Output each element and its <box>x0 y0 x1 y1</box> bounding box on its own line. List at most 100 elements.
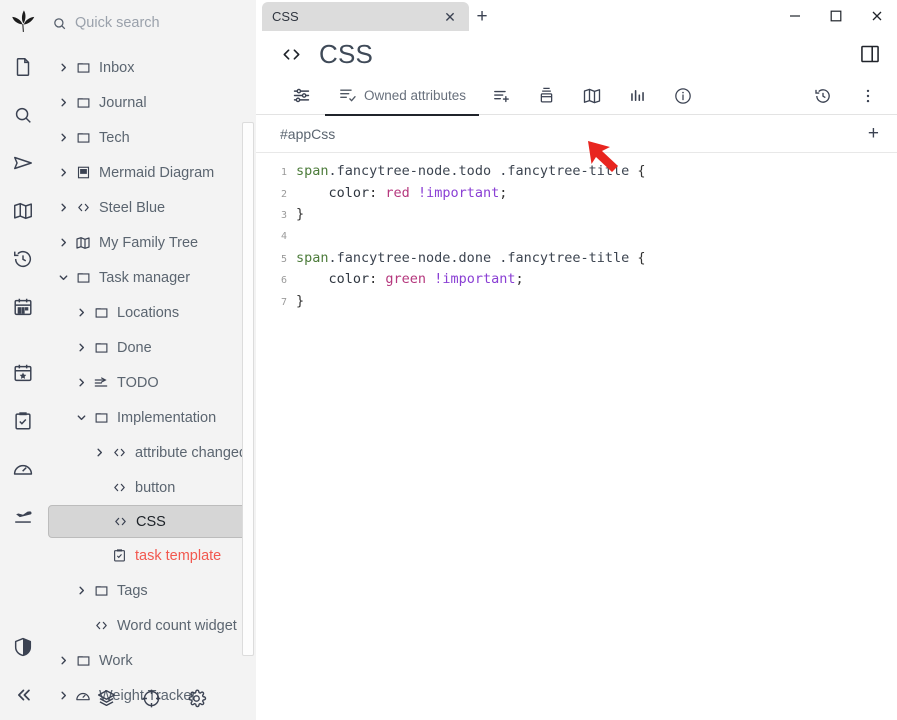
chevron-right-icon[interactable] <box>90 447 108 458</box>
note-title-row: CSS <box>256 31 897 77</box>
gear-icon[interactable] <box>186 688 207 709</box>
ribbon-basic-properties-button[interactable] <box>660 77 706 115</box>
close-button[interactable] <box>856 0 897 31</box>
tree-item-label: Task manager <box>99 270 190 286</box>
rail-item-calendar-icon[interactable] <box>6 290 40 324</box>
tree-item-todo[interactable]: TODO <box>48 365 254 400</box>
tree-item-mermaid-diagram[interactable]: Mermaid Diagram <box>48 155 254 190</box>
code-text[interactable]: span.fancytree-node.done .fancytree-titl… <box>296 248 646 270</box>
tree-item-attribute-changed[interactable]: attribute changed <box>48 435 254 470</box>
folder-icon <box>72 653 94 668</box>
tree-item-task-template[interactable]: task template <box>48 538 254 573</box>
tab-css[interactable]: CSS ✕ <box>262 2 469 31</box>
tree-item-tags[interactable]: Tags <box>48 573 254 608</box>
tab-close-icon[interactable]: ✕ <box>441 8 459 26</box>
code-text[interactable]: } <box>296 204 304 226</box>
ribbon-inherited-attributes-button[interactable] <box>524 77 569 115</box>
tree-item-label: TODO <box>117 375 159 391</box>
folder-icon <box>90 305 112 320</box>
rail-item-note-icon[interactable] <box>6 50 40 84</box>
chevron-down-icon[interactable] <box>54 272 72 283</box>
chevron-right-icon[interactable] <box>72 342 90 353</box>
rail-item-send-icon[interactable] <box>6 146 40 180</box>
ribbon-add-attribute-button[interactable] <box>479 77 524 115</box>
tree-item-label: My Family Tree <box>99 235 198 251</box>
code-text[interactable]: color: red !important; <box>296 183 507 205</box>
attribute-list[interactable]: #appCss <box>280 126 864 142</box>
rail-item-calendar-star-icon[interactable] <box>6 356 40 390</box>
code-token: { <box>637 163 645 179</box>
code-text[interactable]: } <box>296 291 304 313</box>
chevron-right-icon[interactable] <box>54 62 72 73</box>
ribbon-note-map-button[interactable] <box>569 77 615 115</box>
tree-item-locations[interactable]: Locations <box>48 295 254 330</box>
chevron-down-icon[interactable] <box>72 412 90 423</box>
code-text[interactable]: color: green !important; <box>296 269 524 291</box>
chevron-right-icon[interactable] <box>72 307 90 318</box>
rail-item-clipboard-check-icon[interactable] <box>6 404 40 438</box>
tree-item-steel-blue[interactable]: Steel Blue <box>48 190 254 225</box>
rail-item-plane-icon[interactable] <box>6 500 40 534</box>
chevron-right-icon[interactable] <box>54 655 72 666</box>
code-icon <box>280 43 303 66</box>
tree-item-word-count-widget[interactable]: Word count widget <box>48 608 254 643</box>
ribbon-right-buttons <box>803 77 887 115</box>
code-icon <box>108 480 130 495</box>
map-icon <box>72 235 94 251</box>
tab-owned-attributes[interactable]: Owned attributes <box>325 77 479 115</box>
line-number: 3 <box>256 205 296 227</box>
crosshair-icon[interactable] <box>141 688 162 709</box>
rail-item-shield-icon[interactable] <box>6 630 40 664</box>
ribbon-note-info-button[interactable] <box>615 77 660 115</box>
code-token: : <box>369 185 385 201</box>
tree-item-css[interactable]: CSS <box>48 505 254 538</box>
line-number: 5 <box>256 249 296 271</box>
add-attribute-button[interactable]: + <box>864 124 883 143</box>
rail-item-map-icon[interactable] <box>6 194 40 228</box>
rail-item-gauge-icon[interactable] <box>6 452 40 486</box>
new-tab-button[interactable]: + <box>469 2 495 31</box>
quick-search-input[interactable] <box>75 15 225 31</box>
tree-item-my-family-tree[interactable]: My Family Tree <box>48 225 254 260</box>
chevron-right-icon[interactable] <box>54 132 72 143</box>
code-text[interactable]: span.fancytree-node.todo .fancytree-titl… <box>296 161 646 183</box>
tree-item-done[interactable]: Done <box>48 330 254 365</box>
tree-scrollbar[interactable] <box>242 122 254 656</box>
code-line: 3} <box>256 204 897 226</box>
code-token <box>410 185 418 201</box>
trilium-window: InboxJournalTechMermaid Diagram Steel Blu… <box>0 0 897 720</box>
ribbon-more-menu-button[interactable] <box>849 77 887 115</box>
code-editor[interactable]: 1span.fancytree-node.todo .fancytree-tit… <box>256 153 897 720</box>
clipboard-check-icon <box>108 548 130 563</box>
right-panel-toggle-icon[interactable] <box>859 43 881 65</box>
chevron-right-icon[interactable] <box>72 377 90 388</box>
layers-icon[interactable] <box>96 688 117 709</box>
chevron-right-icon[interactable] <box>54 237 72 248</box>
owned-attributes-bar: #appCss + <box>256 115 897 153</box>
tree-item-task-manager[interactable]: Task manager <box>48 260 254 295</box>
chevron-right-icon[interactable] <box>72 585 90 596</box>
ribbon-revisions-button[interactable] <box>803 77 843 115</box>
trilium-leaf-logo <box>8 8 38 38</box>
ribbon-settings-button[interactable] <box>278 77 325 115</box>
tree-item-label: task template <box>135 548 221 564</box>
tree-item-button[interactable]: button <box>48 470 254 505</box>
rail-item-collapse-icon[interactable] <box>6 678 40 712</box>
tree-item-journal[interactable]: Journal <box>48 85 254 120</box>
chevron-right-icon[interactable] <box>54 202 72 213</box>
rail-item-search-icon[interactable] <box>6 98 40 132</box>
tree-item-implementation[interactable]: Implementation <box>48 400 254 435</box>
maximize-button[interactable] <box>815 0 856 31</box>
code-token: color <box>296 271 369 287</box>
tree-item-inbox[interactable]: Inbox <box>48 50 254 85</box>
minimize-button[interactable] <box>774 0 815 31</box>
chevron-right-icon[interactable] <box>54 97 72 108</box>
code-icon <box>90 618 112 633</box>
tree-item-tech[interactable]: Tech <box>48 120 254 155</box>
tree-item-work[interactable]: Work <box>48 643 254 678</box>
chevron-right-icon[interactable] <box>54 167 72 178</box>
code-token: { <box>637 250 645 266</box>
folder-icon <box>90 583 112 598</box>
rail-item-history-icon[interactable] <box>6 242 40 276</box>
tree-item-label: Steel Blue <box>99 200 165 216</box>
